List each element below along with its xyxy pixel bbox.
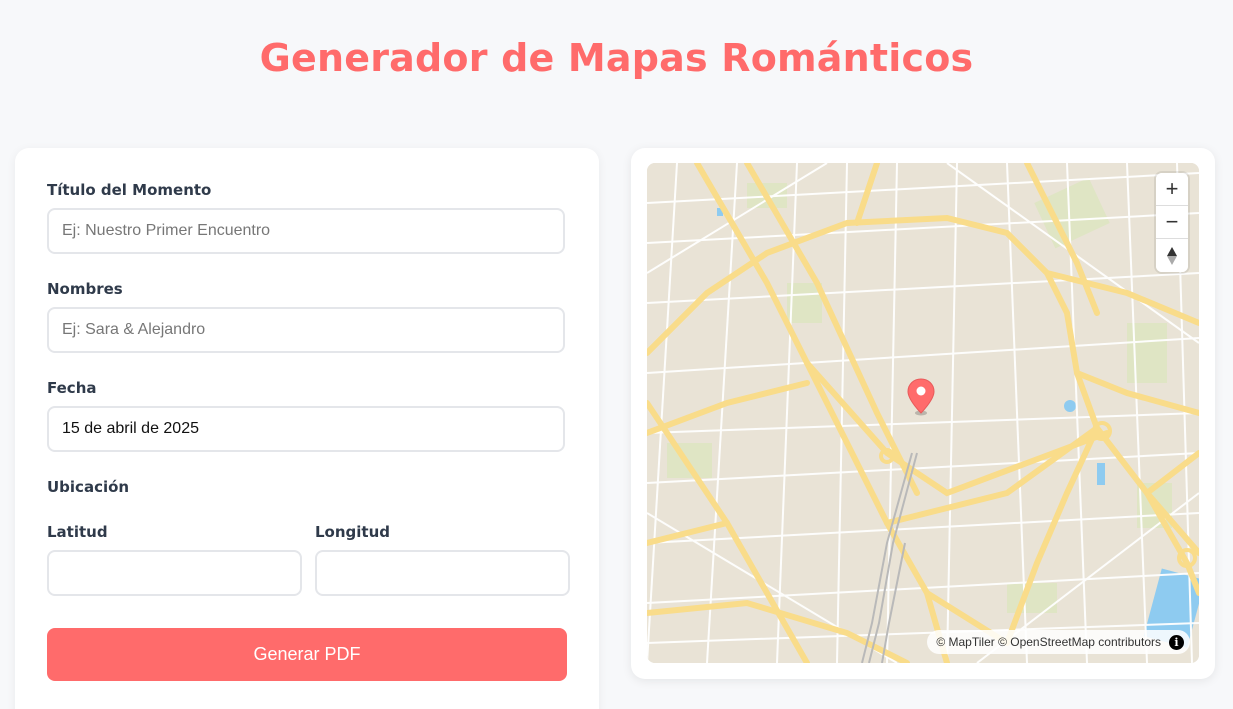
zoom-in-button[interactable]: + bbox=[1156, 173, 1188, 206]
reset-north-button[interactable] bbox=[1156, 239, 1188, 272]
info-icon[interactable]: i bbox=[1169, 634, 1184, 650]
names-label: Nombres bbox=[47, 280, 123, 298]
attribution-text[interactable]: © MapTiler © OpenStreetMap contributors bbox=[936, 635, 1161, 649]
compass-icon bbox=[1167, 246, 1177, 265]
generate-pdf-button[interactable]: Generar PDF bbox=[47, 628, 567, 681]
location-heading: Ubicación bbox=[47, 478, 130, 496]
date-label: Fecha bbox=[47, 379, 97, 397]
map-card: + − © MapTiler © OpenStreetMap contribut… bbox=[631, 148, 1215, 679]
latitude-label: Latitud bbox=[47, 523, 108, 541]
page-title: Generador de Mapas Románticos bbox=[259, 36, 974, 80]
map-view[interactable]: + − © MapTiler © OpenStreetMap contribut… bbox=[647, 163, 1199, 663]
names-input[interactable] bbox=[47, 307, 565, 353]
map-controls: + − bbox=[1156, 173, 1188, 272]
zoom-out-button[interactable]: − bbox=[1156, 206, 1188, 239]
longitude-label: Longitud bbox=[315, 523, 391, 541]
title-label: Título del Momento bbox=[47, 181, 212, 199]
latitude-input[interactable] bbox=[47, 550, 302, 596]
form-card: Título del Momento Nombres Fecha Ubicaci… bbox=[15, 148, 599, 709]
title-input[interactable] bbox=[47, 208, 565, 254]
plus-icon: + bbox=[1165, 176, 1179, 201]
minus-icon: − bbox=[1165, 209, 1179, 234]
date-input[interactable] bbox=[47, 406, 565, 452]
longitude-input[interactable] bbox=[315, 550, 570, 596]
map-pin-icon[interactable] bbox=[907, 378, 935, 421]
map-attribution: © MapTiler © OpenStreetMap contributors … bbox=[927, 630, 1190, 654]
